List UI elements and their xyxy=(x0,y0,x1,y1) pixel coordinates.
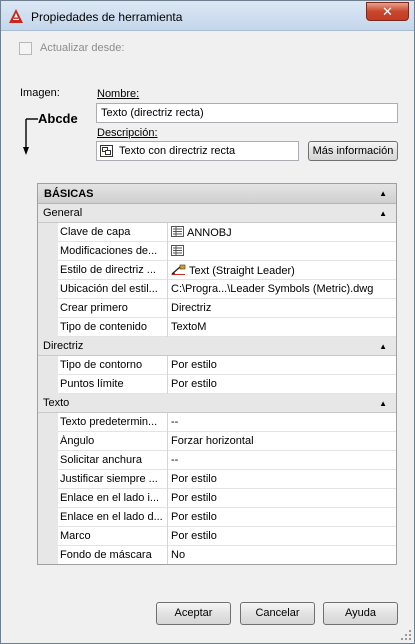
category-title: Directriz xyxy=(43,340,84,352)
tool-image-preview[interactable]: Abcde xyxy=(21,111,91,161)
title-bar[interactable]: Propiedades de herramienta ✕ xyxy=(1,1,414,31)
property-name: Marco xyxy=(60,530,91,542)
collapse-arrow-icon[interactable]: ▲ xyxy=(379,399,387,408)
property-name: Enlace en el lado i... xyxy=(60,492,160,504)
property-name: Estilo de directriz ... xyxy=(60,264,156,276)
description-label: Descripción: xyxy=(97,127,158,139)
leader-style-icon xyxy=(171,264,186,275)
property-value[interactable]: Directriz xyxy=(171,302,395,314)
property-value[interactable]: Por estilo xyxy=(171,378,395,390)
name-label-text: Nombre: xyxy=(97,88,140,100)
property-row[interactable]: Marco Por estilo xyxy=(38,527,396,546)
leader-preview-icon xyxy=(23,118,38,155)
property-row[interactable]: Tipo de contorno Por estilo xyxy=(38,356,396,375)
property-name: Solicitar anchura xyxy=(60,454,142,466)
property-value[interactable]: Forzar horizontal xyxy=(171,435,395,447)
category-basicas-title: BÁSICAS xyxy=(44,188,94,200)
description-label-text: Descripción: xyxy=(97,127,158,139)
property-name: Justificar siempre ... xyxy=(60,473,158,485)
property-name: Clave de capa xyxy=(60,226,131,238)
collapse-arrow-icon[interactable]: ▲ xyxy=(379,342,387,351)
property-row[interactable]: Ubicación del estil... C:\Progra...\Lead… xyxy=(38,280,396,299)
property-value[interactable]: Por estilo xyxy=(171,530,395,542)
property-row[interactable]: Tipo de contenido TextoM xyxy=(38,318,396,337)
property-name: Texto predetermin... xyxy=(60,416,158,428)
property-name: Tipo de contorno xyxy=(60,359,143,371)
category-title: Texto xyxy=(43,397,70,409)
category-texto[interactable]: Texto ▲ xyxy=(38,394,396,413)
property-name: Fondo de máscara xyxy=(60,549,152,561)
category-general[interactable]: General ▲ xyxy=(38,204,396,223)
cancel-button[interactable]: Cancelar xyxy=(240,602,315,625)
property-name: Enlace en el lado d... xyxy=(60,511,163,523)
collapse-arrow-icon[interactable]: ▲ xyxy=(379,209,387,218)
property-row[interactable]: Fondo de máscara No xyxy=(38,546,396,564)
property-value[interactable] xyxy=(171,245,395,258)
properties-grid: BÁSICAS ▲ General ▲ Clave de capa ANNOBJ… xyxy=(37,183,397,565)
update-from-checkbox[interactable] xyxy=(19,42,32,55)
property-row[interactable]: Solicitar anchura -- xyxy=(38,451,396,470)
property-value[interactable]: No xyxy=(171,549,395,561)
property-name: Ángulo xyxy=(60,435,95,447)
help-button[interactable]: Ayuda xyxy=(323,602,398,625)
property-row[interactable]: Enlace en el lado i... Por estilo xyxy=(38,489,396,508)
property-name: Tipo de contenido xyxy=(60,321,148,333)
property-value[interactable]: Por estilo xyxy=(171,473,395,485)
tool-icon xyxy=(100,145,113,157)
property-row[interactable]: Enlace en el lado d... Por estilo xyxy=(38,508,396,527)
property-value[interactable]: Por estilo xyxy=(171,359,395,371)
property-value[interactable]: C:\Progra...\Leader Symbols (Metric).dwg xyxy=(171,283,395,295)
property-value[interactable]: Text (Straight Leader) xyxy=(171,264,395,277)
update-from-label: Actualizar desde: xyxy=(40,42,125,54)
property-name: Modificaciones de... xyxy=(60,245,158,257)
ok-button[interactable]: Aceptar xyxy=(156,602,231,625)
tool-properties-dialog: Propiedades de herramienta ✕ Actualizar … xyxy=(0,0,415,644)
property-row[interactable]: Crear primero Directriz xyxy=(38,299,396,318)
property-name: Crear primero xyxy=(60,302,128,314)
name-input[interactable]: Texto (directriz recta) xyxy=(96,103,398,123)
description-value: Texto con directriz recta xyxy=(119,145,236,157)
property-row[interactable]: Texto predetermin... -- xyxy=(38,413,396,432)
property-value[interactable]: TextoM xyxy=(171,321,395,333)
property-value[interactable]: Por estilo xyxy=(171,511,395,523)
window-title: Propiedades de herramienta xyxy=(31,10,183,24)
close-button[interactable]: ✕ xyxy=(366,2,409,21)
category-directriz[interactable]: Directriz ▲ xyxy=(38,337,396,356)
image-label: Imagen: xyxy=(20,87,60,99)
property-value[interactable]: -- xyxy=(171,454,395,466)
resize-grip-icon[interactable] xyxy=(401,630,412,641)
property-value[interactable]: -- xyxy=(171,416,395,428)
property-row[interactable]: Modificaciones de... xyxy=(38,242,396,261)
layer-key-icon xyxy=(171,226,184,237)
property-value[interactable]: Por estilo xyxy=(171,492,395,504)
category-basicas[interactable]: BÁSICAS ▲ xyxy=(38,184,396,204)
collapse-arrow-icon[interactable]: ▲ xyxy=(379,189,387,198)
category-title: General xyxy=(43,207,83,219)
property-name: Puntos límite xyxy=(60,378,124,390)
autocad-icon xyxy=(9,9,23,23)
property-row[interactable]: Justificar siempre ... Por estilo xyxy=(38,470,396,489)
property-row[interactable]: Estilo de directriz ... Text (Straight L… xyxy=(38,261,396,280)
name-label: Nombre: xyxy=(97,88,139,100)
more-info-button[interactable]: Más información xyxy=(308,141,398,161)
description-input[interactable]: Texto con directriz recta xyxy=(96,141,299,161)
property-name: Ubicación del estil... xyxy=(60,283,158,295)
property-row[interactable]: Clave de capa ANNOBJ xyxy=(38,223,396,242)
property-row[interactable]: Ángulo Forzar horizontal xyxy=(38,432,396,451)
layer-key-icon xyxy=(171,245,184,256)
property-value[interactable]: ANNOBJ xyxy=(171,226,395,239)
property-row[interactable]: Puntos límite Por estilo xyxy=(38,375,396,394)
